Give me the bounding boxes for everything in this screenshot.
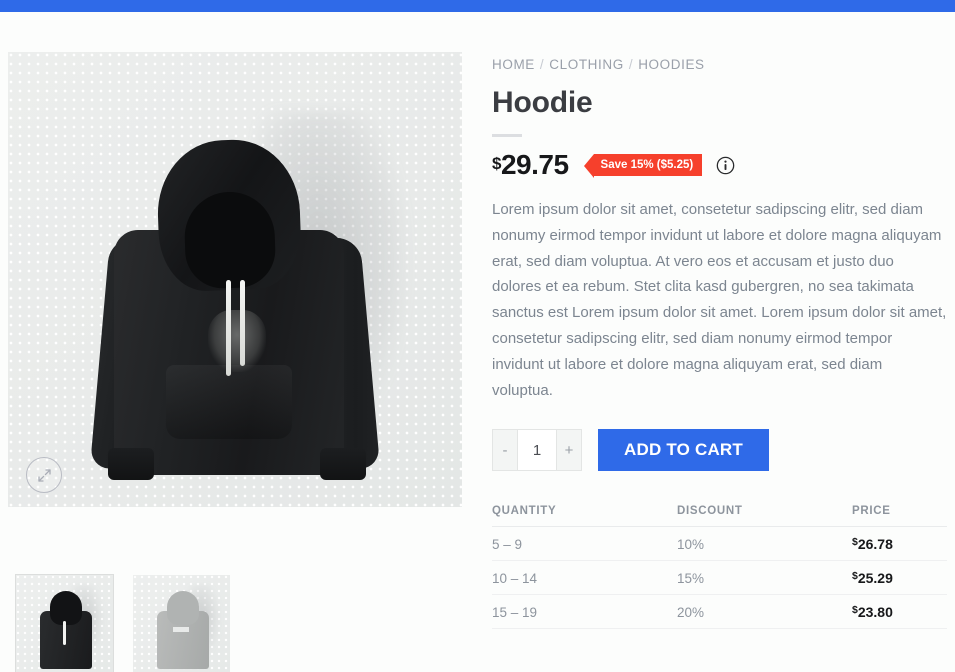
hoodie-chest-print — [208, 310, 266, 372]
breadcrumb-item-hoodies[interactable]: HOODIES — [638, 57, 704, 72]
hoodie-drawstring-left — [226, 280, 231, 376]
product-summary: HOME / CLOTHING / HOODIES Hoodie $29.75 Save… — [492, 57, 947, 630]
product-price: $29.75 — [492, 151, 569, 179]
price-amount: 29.75 — [500, 149, 569, 180]
hoodie-drawstring-right — [240, 280, 245, 366]
hoodie-hood — [155, 137, 303, 293]
quantity-input[interactable] — [517, 430, 557, 471]
status-badge: Save 15% ($5.25) — [583, 153, 703, 178]
title-divider — [492, 134, 522, 137]
hoodie-cuff-right — [320, 448, 366, 480]
quantity-increment-button[interactable]: + — [557, 430, 581, 471]
column-header-discount: DISCOUNT — [677, 505, 852, 528]
currency-symbol: $ — [492, 154, 501, 173]
product-gallery — [8, 52, 462, 672]
breadcrumb-separator: / — [628, 57, 634, 72]
thumbnail-0[interactable] — [15, 574, 114, 672]
main-product-image[interactable] — [8, 52, 462, 507]
cell-quantity: 10 – 14 — [492, 560, 677, 596]
top-accent-bar — [0, 0, 955, 12]
tier-pricing-table: QUANTITY DISCOUNT PRICE 5 – 9 10% $26.78… — [492, 505, 947, 630]
price-amount: 25.29 — [857, 570, 893, 587]
quantity-stepper: - + — [492, 429, 582, 472]
thumbnail-strip — [15, 574, 230, 672]
hoodie-cuff-left — [108, 448, 154, 480]
breadcrumb-item-clothing[interactable]: CLOTHING — [549, 57, 624, 72]
thumbnail-drawstring — [63, 621, 66, 645]
product-description: Lorem ipsum dolor sit amet, consetetur s… — [492, 201, 947, 399]
breadcrumb-item-home[interactable]: HOME — [492, 57, 535, 72]
expand-arrows-icon[interactable] — [26, 457, 62, 493]
add-to-cart-button[interactable]: ADD TO CART — [598, 429, 769, 472]
page-title: Hoodie — [492, 86, 593, 119]
thumbnail-hood — [50, 591, 82, 625]
breadcrumb: HOME / CLOTHING / HOODIES — [492, 57, 947, 72]
thumbnail-hood — [167, 591, 199, 625]
info-circle-icon[interactable] — [716, 156, 735, 175]
table-header-row: QUANTITY DISCOUNT PRICE — [492, 505, 947, 528]
quantity-decrement-button[interactable]: - — [493, 430, 517, 471]
thumbnail-tag — [173, 627, 189, 632]
column-header-quantity: QUANTITY — [492, 505, 677, 528]
price-amount: 23.80 — [857, 604, 893, 621]
column-header-price: PRICE — [852, 505, 947, 528]
cell-quantity: 5 – 9 — [492, 526, 677, 562]
breadcrumb-separator: / — [539, 57, 545, 72]
cell-price: $26.78 — [852, 526, 947, 562]
thumbnail-1[interactable] — [133, 575, 230, 672]
cell-price: $25.29 — [852, 560, 947, 596]
cell-discount: 10% — [677, 526, 852, 562]
table-row: 10 – 14 15% $25.29 — [492, 560, 947, 596]
cell-discount: 15% — [677, 560, 852, 596]
purchase-controls: - + ADD TO CART — [492, 429, 947, 472]
price-amount: 26.78 — [857, 536, 893, 553]
table-row: 5 – 9 10% $26.78 — [492, 526, 947, 562]
price-row: $29.75 Save 15% ($5.25) — [492, 151, 947, 179]
product-page: HOME / CLOTHING / HOODIES Hoodie $29.75 Save… — [0, 12, 955, 672]
